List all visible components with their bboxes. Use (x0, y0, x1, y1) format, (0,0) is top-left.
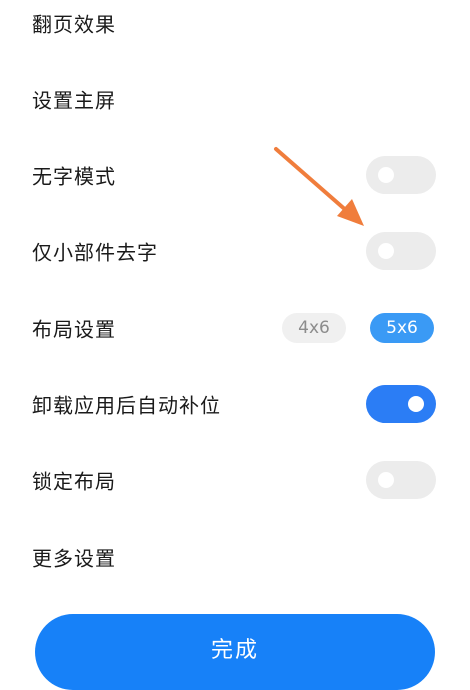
toggle-knob (378, 472, 394, 488)
row-label: 设置主屏 (32, 88, 116, 113)
row-label: 锁定布局 (32, 469, 116, 494)
row-label: 更多设置 (32, 546, 116, 571)
settings-row-widgets-only-no-text: 仅小部件去字 (0, 213, 470, 289)
toggle-knob (408, 396, 424, 412)
settings-row-layout-settings: 布局设置 4x6 5x6 (0, 290, 470, 366)
row-label: 仅小部件去字 (32, 240, 158, 265)
done-button[interactable]: 完成 (35, 614, 435, 690)
layout-option-4x6[interactable]: 4x6 (282, 313, 346, 343)
layout-option-5x6[interactable]: 5x6 (370, 313, 434, 343)
toggle-knob (378, 243, 394, 259)
lock-layout-toggle[interactable] (366, 461, 436, 499)
widgets-only-no-text-toggle[interactable] (366, 232, 436, 270)
no-text-mode-toggle[interactable] (366, 156, 436, 194)
settings-row-set-home-screen[interactable]: 设置主屏 (0, 61, 470, 137)
settings-row-lock-layout: 锁定布局 (0, 442, 470, 518)
settings-row-page-flip-effect[interactable]: 翻页效果 (0, 0, 470, 61)
row-label: 布局设置 (32, 317, 116, 342)
row-label: 卸载应用后自动补位 (32, 393, 221, 418)
settings-row-no-text-mode: 无字模式 (0, 137, 470, 213)
toggle-knob (378, 167, 394, 183)
settings-row-auto-fill-after-uninstall: 卸载应用后自动补位 (0, 366, 470, 442)
row-label: 翻页效果 (32, 12, 116, 37)
row-label: 无字模式 (32, 164, 116, 189)
settings-row-more-settings[interactable]: 更多设置 (0, 519, 470, 595)
auto-fill-after-uninstall-toggle[interactable] (366, 385, 436, 423)
